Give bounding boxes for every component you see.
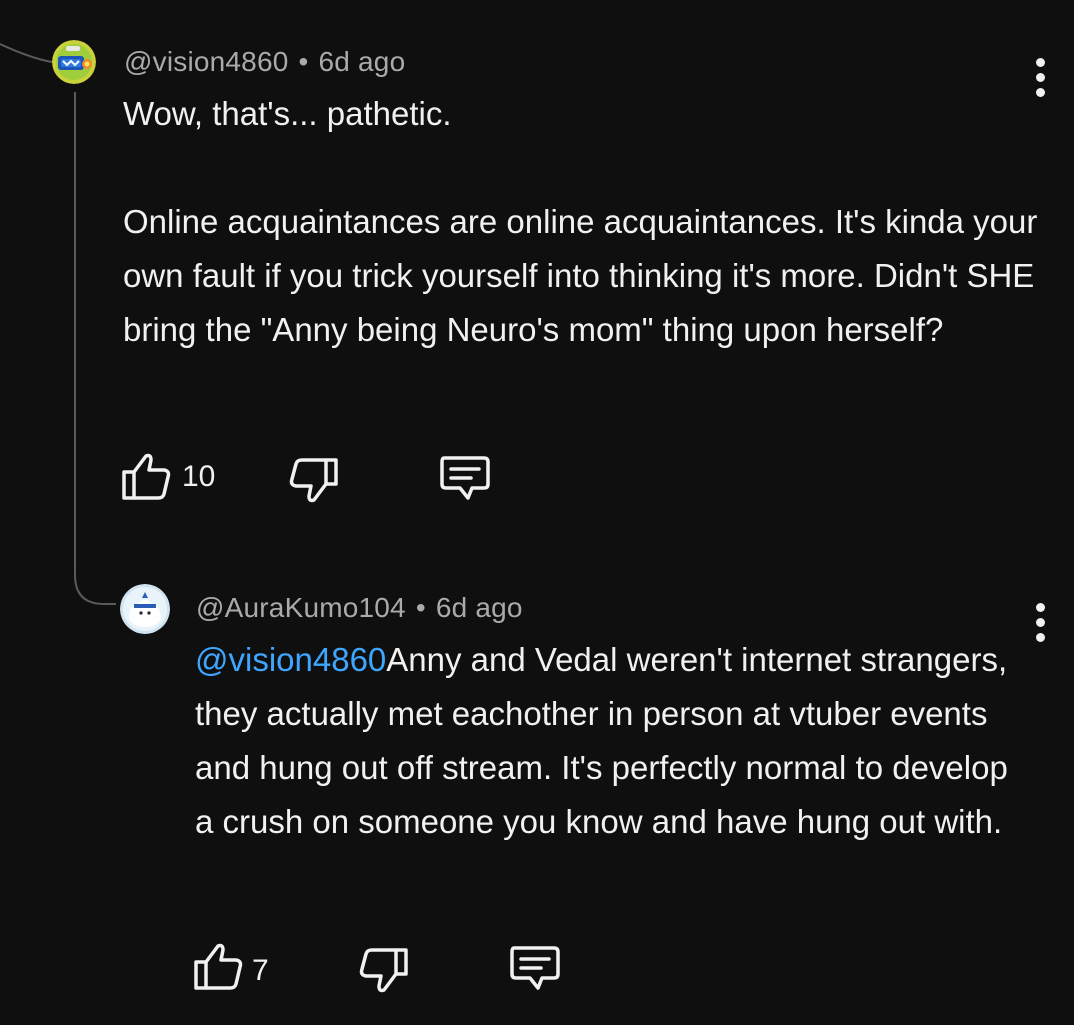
- dislike-button[interactable]: [288, 448, 344, 508]
- reply-button[interactable]: [508, 938, 564, 998]
- thumbs-up-icon: [194, 943, 243, 990]
- like-count: 10: [182, 460, 216, 493]
- comment-timestamp[interactable]: 6d ago: [436, 592, 523, 623]
- reply-button[interactable]: [438, 448, 494, 508]
- avatar[interactable]: [52, 40, 96, 84]
- author-handle[interactable]: @AuraKumo104: [196, 592, 406, 623]
- like-count: 7: [252, 954, 269, 987]
- avatar[interactable]: [120, 584, 170, 634]
- thumbs-down-icon: [359, 948, 408, 993]
- meta-separator: •: [415, 592, 426, 623]
- comment-meta: @vision4860 • 6d ago: [124, 46, 405, 78]
- comment-text: @vision4860Anny and Vedal weren't intern…: [195, 633, 1035, 849]
- robot-avatar-icon: [52, 40, 96, 84]
- like-button[interactable]: [192, 938, 248, 998]
- dislike-button[interactable]: [358, 938, 414, 998]
- reply-icon: [510, 946, 560, 990]
- thread-line-in: [0, 43, 53, 63]
- thumbs-down-icon: [289, 458, 338, 503]
- comment-timestamp[interactable]: 6d ago: [319, 46, 406, 77]
- comment-actions: 10: [120, 448, 520, 508]
- like-button[interactable]: [120, 448, 176, 508]
- reply-icon: [440, 456, 490, 500]
- meta-separator: •: [298, 46, 309, 77]
- user-mention-link[interactable]: @vision4860: [195, 641, 386, 678]
- thumbs-up-icon: [122, 453, 171, 500]
- thread-line-reply: [74, 92, 116, 605]
- comment-meta: @AuraKumo104 • 6d ago: [196, 592, 523, 624]
- cloud-character-avatar-icon: [120, 584, 170, 634]
- comment-text: Wow, that's... pathetic. Online acquaint…: [123, 95, 1038, 348]
- author-handle[interactable]: @vision4860: [124, 46, 289, 77]
- comment-actions: 7: [192, 938, 592, 998]
